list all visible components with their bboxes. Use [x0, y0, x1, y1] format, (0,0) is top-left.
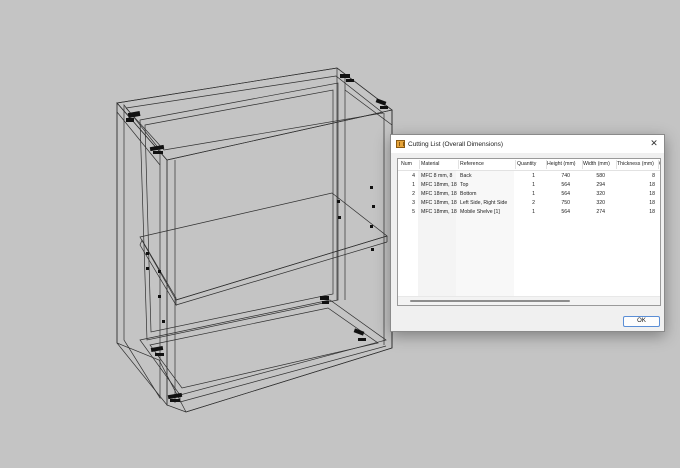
cell-thickness: 18 [649, 182, 655, 188]
cell-material: MFC 18mm, 18 [421, 191, 457, 197]
cell-reference: Back [460, 173, 472, 179]
column-header-num[interactable]: Num [401, 159, 418, 170]
cell-width: 274 [596, 209, 605, 215]
cell-reference: Mobile Shelve [1] [460, 209, 500, 215]
column-header-width[interactable]: Width (mm) [583, 159, 615, 170]
cell-material: MFC 18mm, 18 [421, 200, 457, 206]
column-header-height[interactable]: Height (mm) [547, 159, 581, 170]
column-header-quantity[interactable]: Quantity [517, 159, 545, 170]
cell-quantity: 2 [532, 200, 535, 206]
cell-num: 5 [412, 209, 415, 215]
close-button[interactable]: ✕ [647, 137, 661, 151]
cell-quantity: 1 [532, 173, 535, 179]
cell-height: 564 [561, 191, 570, 197]
scrollbar-thumb[interactable] [410, 300, 570, 302]
cell-reference: Left Side, Right Side [460, 200, 508, 206]
cell-material: MFC 18mm, 18 [421, 182, 457, 188]
cell-height: 564 [561, 182, 570, 188]
cell-reference: Top [460, 182, 469, 188]
cell-width: 580 [596, 173, 605, 179]
table-row[interactable]: 1 MFC 18mm, 18 Top 1 564 294 18 [398, 181, 660, 190]
table-header: Num Material Reference Quantity Height (… [398, 159, 660, 171]
cell-thickness: 8 [652, 173, 655, 179]
table-row[interactable]: 3 MFC 18mm, 18 Left Side, Right Side 2 7… [398, 199, 660, 208]
close-icon: ✕ [650, 139, 658, 149]
column-header-thickness[interactable]: Thickness (mm) [617, 159, 657, 170]
cell-quantity: 1 [532, 209, 535, 215]
cell-material: MFC 18mm, 18 [421, 209, 457, 215]
cabinet-wireframe [116, 67, 393, 413]
cell-material: MFC 8 mm, 8 [421, 173, 453, 179]
cell-thickness: 18 [649, 200, 655, 206]
cutting-list-table[interactable]: Num Material Reference Quantity Height (… [397, 158, 661, 306]
dialog-title: Cutting List (Overall Dimensions) [408, 140, 504, 148]
cell-num: 2 [412, 191, 415, 197]
horizontal-scrollbar[interactable] [398, 296, 660, 305]
cell-num: 1 [412, 182, 415, 188]
cell-thickness: 18 [649, 209, 655, 215]
cell-quantity: 1 [532, 191, 535, 197]
cell-reference: Bottom [460, 191, 477, 197]
cell-quantity: 1 [532, 182, 535, 188]
column-header-g[interactable]: G [659, 159, 660, 170]
cell-num: 3 [412, 200, 415, 206]
dialog-titlebar[interactable]: Cutting List (Overall Dimensions) ✕ [391, 135, 664, 153]
cell-width: 320 [596, 191, 605, 197]
column-header-material[interactable]: Material [421, 159, 457, 170]
cell-height: 740 [561, 173, 570, 179]
app-icon [396, 140, 405, 148]
cell-thickness: 18 [649, 191, 655, 197]
table-row[interactable]: 4 MFC 8 mm, 8 Back 1 740 580 8 [398, 172, 660, 181]
cutting-list-dialog: Cutting List (Overall Dimensions) ✕ Num … [390, 134, 665, 332]
cell-num: 4 [412, 173, 415, 179]
table-row[interactable]: 2 MFC 18mm, 18 Bottom 1 564 320 18 [398, 190, 660, 199]
cell-width: 294 [596, 182, 605, 188]
table-row[interactable]: 5 MFC 18mm, 18 Mobile Shelve [1] 1 564 2… [398, 208, 660, 217]
cell-height: 564 [561, 209, 570, 215]
cell-height: 750 [561, 200, 570, 206]
ok-button[interactable]: OK [623, 316, 660, 327]
column-header-reference[interactable]: Reference [460, 159, 514, 170]
cell-width: 320 [596, 200, 605, 206]
hardware-fittings [126, 74, 388, 402]
